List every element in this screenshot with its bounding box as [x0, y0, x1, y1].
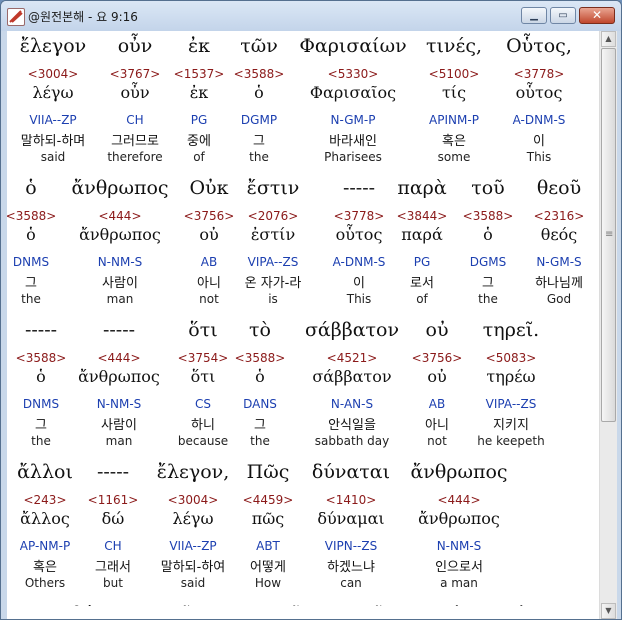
lemma: ἄνθρωπος: [418, 509, 500, 528]
viewport-edge: [7, 606, 600, 619]
korean-gloss: 하겠느냐: [327, 560, 375, 575]
interlinear-content: ἔλεγον <3004> λέγω VIIA--ZP 말하되-하며 said οὖν <37…: [7, 31, 600, 619]
strong-number[interactable]: <5083>: [451, 351, 571, 365]
maximize-button[interactable]: ▭: [550, 7, 576, 24]
english-gloss: he keepeth: [477, 434, 545, 448]
app-window: @원전본해 - 요 9:16 ▁ ▭ ✕ ἔλεγον <3004> λέγω VII…: [0, 0, 622, 620]
greek-word[interactable]: ἄνθρωπος: [399, 461, 519, 483]
close-button[interactable]: ✕: [579, 7, 615, 24]
greek-word[interactable]: Οὗτος,: [479, 35, 599, 57]
scroll-thumb[interactable]: ≡: [601, 48, 616, 422]
strong-number[interactable]: <1410>: [291, 493, 411, 507]
korean-gloss: 이: [533, 134, 545, 149]
greek-word[interactable]: τηρεῖ.: [451, 319, 571, 341]
parsing-code: VIPN--ZS: [324, 539, 378, 553]
lemma: τηρέω: [486, 367, 536, 386]
parsing-code: N-NM-S: [436, 539, 482, 553]
greek-word[interactable]: δύναται: [291, 461, 411, 483]
korean-gloss: 인으로서: [435, 560, 483, 575]
minimize-icon: ▁: [530, 10, 538, 21]
parsing-code: VIPA--ZS: [485, 397, 537, 411]
arrow-up-icon: ▲: [605, 34, 612, 43]
close-icon: ✕: [591, 8, 603, 22]
title-bar[interactable]: @원전본해 - 요 9:16 ▁ ▭ ✕: [1, 1, 621, 31]
app-icon[interactable]: [7, 8, 25, 26]
arrow-down-icon: ▼: [605, 606, 612, 615]
vertical-scrollbar[interactable]: ▲ ≡ ▼: [599, 31, 617, 619]
scroll-down-button[interactable]: ▼: [601, 603, 616, 619]
strong-number[interactable]: <444>: [399, 493, 519, 507]
scroll-up-button[interactable]: ▲: [601, 31, 616, 47]
grip-icon: ≡: [605, 229, 614, 240]
korean-gloss: 지키지: [493, 418, 529, 433]
window-title: @원전본해 - 요 9:16: [28, 10, 138, 24]
english-gloss: This: [526, 150, 552, 164]
interlinear-view[interactable]: ἔλεγον <3004> λέγω VIIA--ZP 말하되-하며 said οὖν <37…: [7, 31, 617, 619]
lemma: δύναμαι: [317, 509, 385, 528]
minimize-button[interactable]: ▁: [521, 7, 547, 24]
english-gloss: can: [340, 576, 362, 590]
lemma: οὗτος: [515, 83, 563, 102]
parsing-code: A-DNM-S: [512, 113, 566, 127]
strong-number[interactable]: <3778>: [479, 67, 599, 81]
maximize-icon: ▭: [558, 10, 568, 21]
english-gloss: a man: [440, 576, 478, 590]
